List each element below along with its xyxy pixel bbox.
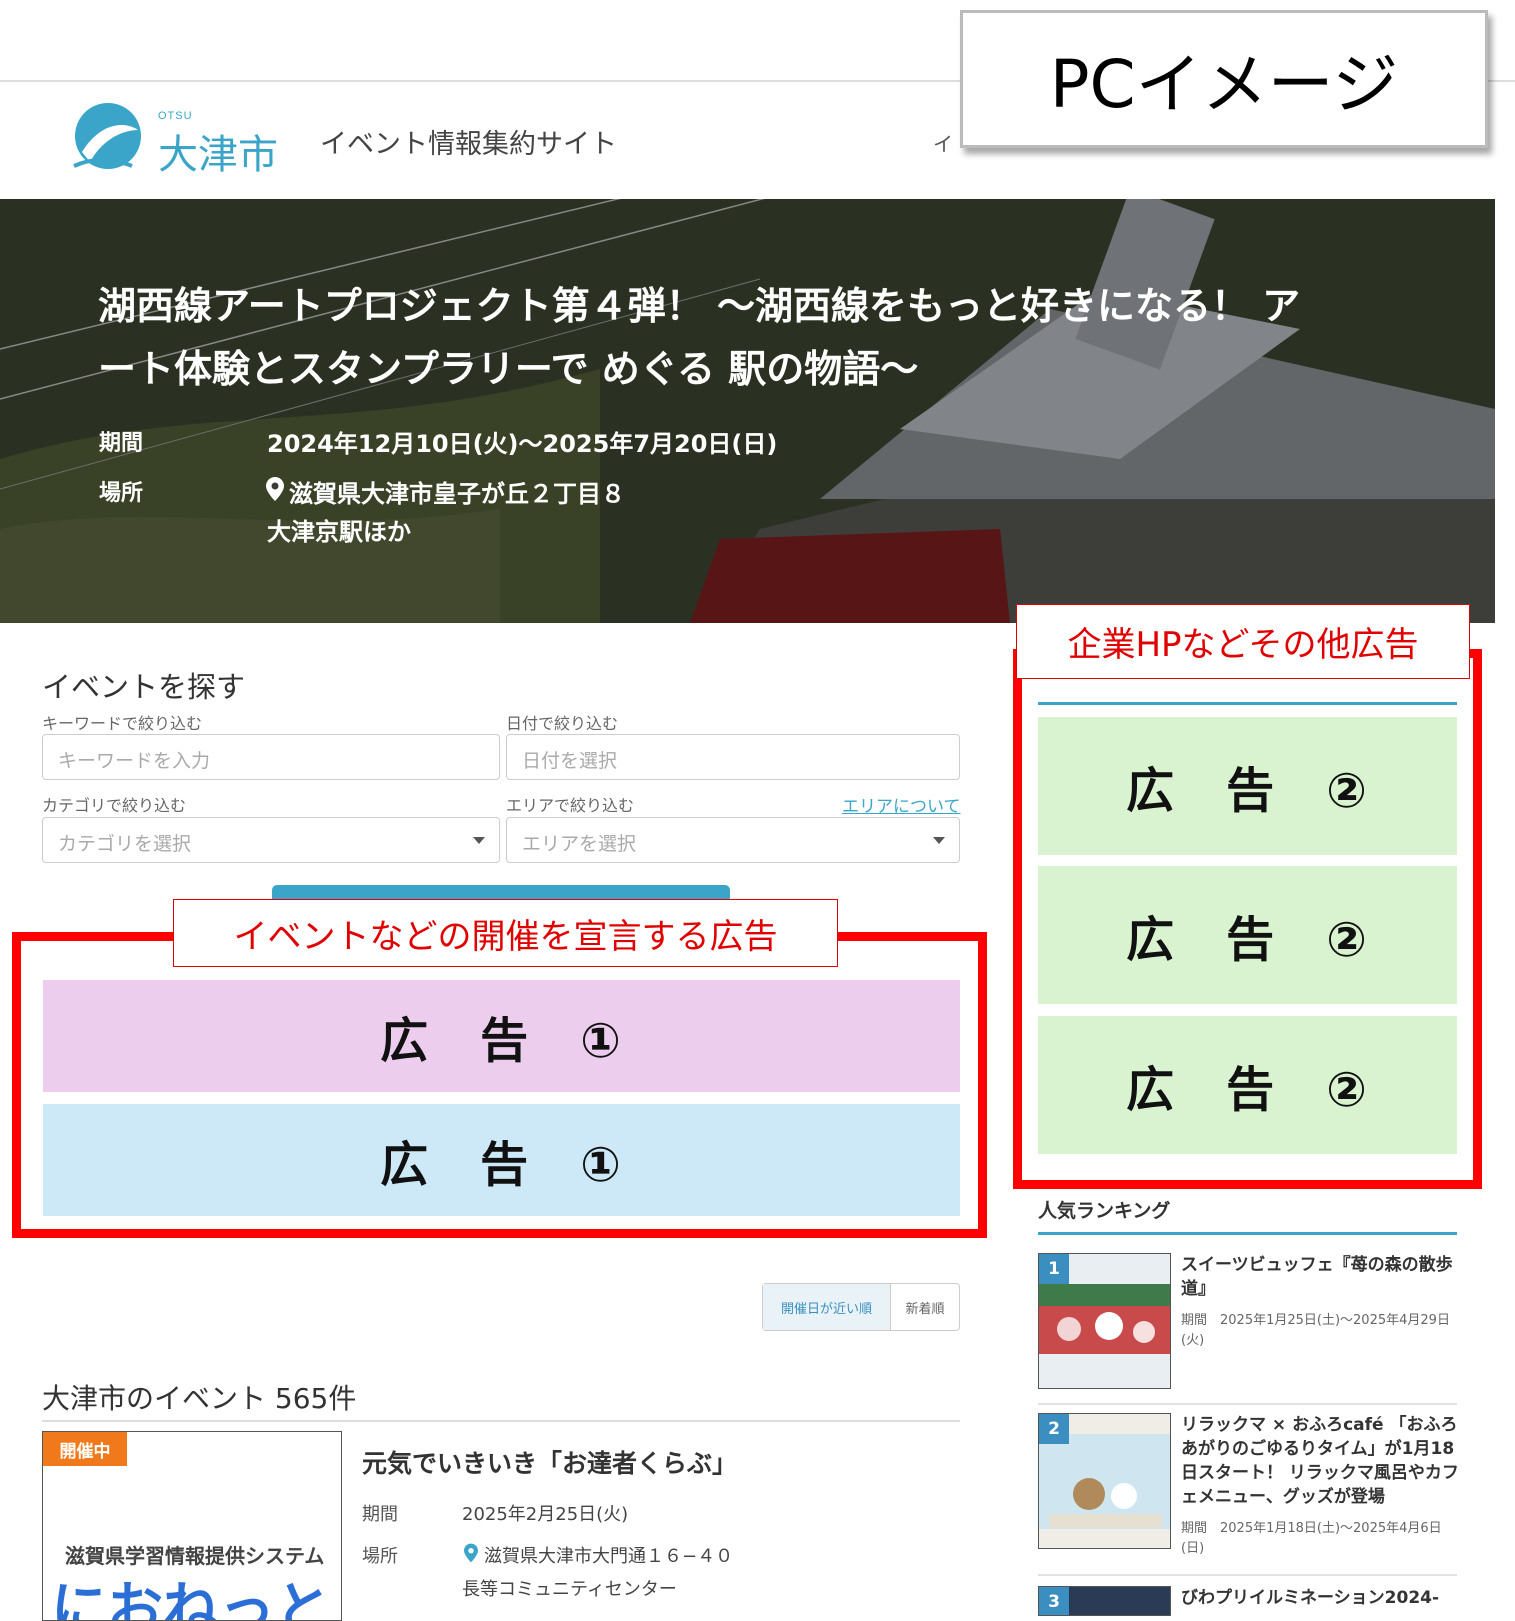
category-label: カテゴリで絞り込む xyxy=(42,796,187,815)
event-period-value: 2025年2月25日(火) xyxy=(462,1504,629,1525)
hero-place-value-sub: 大津京駅ほか xyxy=(267,518,411,546)
area-label: エリアで絞り込む xyxy=(506,796,635,815)
area-select[interactable]: エリアを選択 xyxy=(506,817,960,863)
ranking-thumbnail: 3 xyxy=(1038,1586,1171,1616)
status-badge: 開催中 xyxy=(43,1432,127,1466)
ranking-divider xyxy=(1038,1403,1457,1405)
hero-period-value: 2024年12月10日(火)～2025年7月20日(日) xyxy=(267,430,778,458)
date-input[interactable]: 日付を選択 xyxy=(506,734,960,780)
hero-period-label: 期間 xyxy=(99,431,144,456)
sort-by-date-button[interactable]: 開催日が近い順 xyxy=(763,1284,891,1330)
rank-number: 3 xyxy=(1039,1587,1069,1615)
chevron-down-icon xyxy=(473,837,485,844)
area-select-value: エリアを選択 xyxy=(522,833,637,855)
ad2-banner[interactable]: 広 告 ② xyxy=(1038,866,1457,1004)
ad2-caption: 企業HPなどその他広告 xyxy=(1016,604,1470,679)
map-pin-icon xyxy=(266,477,284,501)
otsu-logo-icon xyxy=(73,103,141,169)
area-info-link[interactable]: エリアについて xyxy=(842,792,961,817)
logo-small-text: OTSU xyxy=(158,110,193,122)
event-thumbnail-logo-text: におねっと xyxy=(51,1577,331,1621)
site-logo[interactable]: OTSU 大津市 xyxy=(72,100,292,180)
ad2-section-rule xyxy=(1038,702,1457,705)
ranking-period: 期間 2025年1月25日(土)～2025年4月29日(火) xyxy=(1181,1313,1450,1348)
ranking-divider xyxy=(1038,1574,1457,1576)
chevron-down-icon xyxy=(933,837,945,844)
ranking-title[interactable]: びわプリイルミネーション2024- xyxy=(1181,1586,1461,1610)
ad1-banner[interactable]: 広 告 ① xyxy=(43,1104,960,1216)
event-title[interactable]: 元気でいきいき「お達者くらぶ」 xyxy=(362,1444,737,1480)
keyword-input[interactable]: キーワードを入力 xyxy=(42,734,500,780)
hero-place-label: 場所 xyxy=(99,481,144,506)
event-period-label: 期間 xyxy=(362,1504,398,1525)
event-place-label: 場所 xyxy=(362,1546,398,1567)
event-list-rule xyxy=(42,1420,960,1422)
hero-banner[interactable] xyxy=(0,199,1495,623)
hero-place-value: 滋賀県大津市皇子が丘２丁目８ xyxy=(289,480,625,508)
ranking-heading: 人気ランキング xyxy=(1038,1200,1171,1222)
ad2-banner[interactable]: 広 告 ② xyxy=(1038,1016,1457,1154)
map-pin-icon xyxy=(464,1543,478,1563)
rank-number: 2 xyxy=(1039,1414,1069,1444)
event-list-heading: 大津市のイベント 565件 xyxy=(42,1382,357,1415)
ad1-banner[interactable]: 広 告 ① xyxy=(43,980,960,1092)
ranking-title[interactable]: リラックマ × おふろcafé 「おふろあがりのごゆるりタイム」が1月18日スタ… xyxy=(1181,1413,1461,1509)
ranking-thumbnail: 2 xyxy=(1038,1413,1171,1549)
sort-toggle: 開催日が近い順 新着順 xyxy=(762,1283,960,1331)
event-place-value: 滋賀県大津市大門通１６−４０ xyxy=(484,1546,734,1567)
category-select-value: カテゴリを選択 xyxy=(58,833,192,855)
nav-item[interactable]: イ xyxy=(933,128,953,157)
event-thumbnail[interactable]: 開催中 滋賀県学習情報提供システム におねっと xyxy=(42,1431,342,1621)
rank-number: 1 xyxy=(1039,1254,1069,1284)
ad2-banner[interactable]: 広 告 ② xyxy=(1038,717,1457,855)
category-select[interactable]: カテゴリを選択 xyxy=(42,817,500,863)
ranking-rule xyxy=(1038,1232,1457,1235)
ad1-caption: イベントなどの開催を宣言する広告 xyxy=(173,899,838,967)
hero-overlay xyxy=(0,199,1495,623)
ranking-title[interactable]: スイーツビュッフェ『苺の森の散歩道』 xyxy=(1181,1253,1461,1301)
logo-text: 大津市 xyxy=(158,132,278,178)
event-place-value-sub: 長等コミュニティセンター xyxy=(462,1579,677,1600)
ranking-period: 期間 2025年1月18日(土)～2025年4月6日(日) xyxy=(1181,1521,1442,1556)
pc-image-label: PCイメージ xyxy=(960,10,1488,148)
date-label: 日付で絞り込む xyxy=(506,714,619,733)
search-heading: イベントを探す xyxy=(42,670,246,704)
hero-title-line: ート体験とスタンプラリーで めぐる 駅の物語～ xyxy=(98,347,919,391)
keyword-label: キーワードで絞り込む xyxy=(42,714,203,733)
ranking-thumbnail: 1 xyxy=(1038,1253,1171,1389)
site-title: イベント情報集約サイト xyxy=(320,129,617,160)
hero-title: 湖西線アートプロジェクト第４弾！ ～湖西線をもっと好きになる！ ア ート体験とス… xyxy=(98,275,1428,401)
sort-by-new-button[interactable]: 新着順 xyxy=(891,1284,959,1330)
hero-title-line: 湖西線アートプロジェクト第４弾！ ～湖西線をもっと好きになる！ ア xyxy=(98,284,1301,328)
